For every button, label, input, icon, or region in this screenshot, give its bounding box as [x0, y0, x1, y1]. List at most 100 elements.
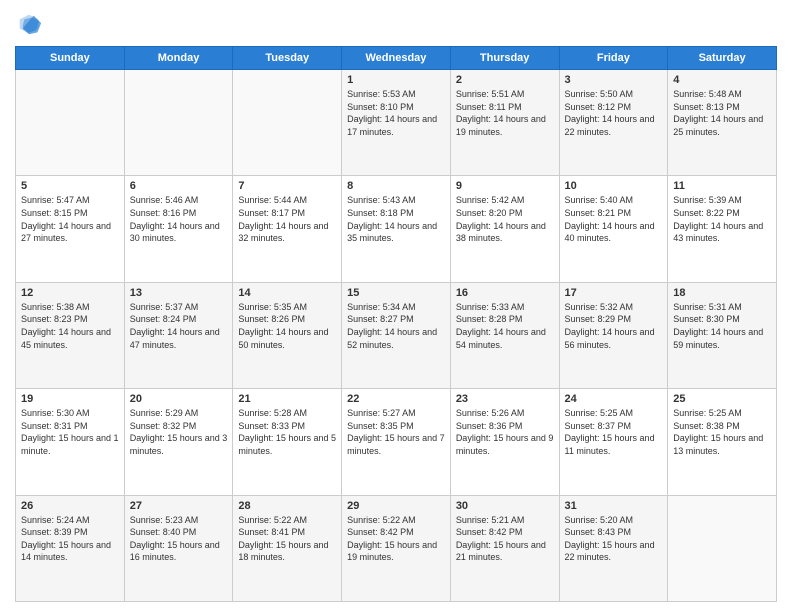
calendar-cell	[124, 70, 233, 176]
calendar-cell: 28Sunrise: 5:22 AM Sunset: 8:41 PM Dayli…	[233, 495, 342, 601]
cell-info: Sunrise: 5:47 AM Sunset: 8:15 PM Dayligh…	[21, 194, 119, 244]
calendar-cell: 8 Sunrise: 5:43 AM Sunset: 8:18 PM Daylig…	[342, 176, 451, 282]
calendar-body: 1 Sunrise: 5:53 AM Sunset: 8:10 PM Daylig…	[16, 70, 777, 602]
day-number: 23	[456, 393, 554, 405]
day-number: 4	[673, 74, 771, 86]
cell-info: Sunrise: 5:53 AM Sunset: 8:10 PM Dayligh…	[347, 88, 445, 138]
week-row-3: 12 Sunrise: 5:38 AM Sunset: 8:23 PM Dayli…	[16, 282, 777, 388]
calendar-cell: 25 Sunrise: 5:25 AM Sunset: 8:38 PM Dayli…	[668, 389, 777, 495]
day-number: 30	[456, 500, 554, 512]
day-header-sunday: Sunday	[16, 47, 125, 70]
cell-info: Sunrise: 5:46 AM Sunset: 8:16 PM Dayligh…	[130, 194, 228, 244]
day-number: 7	[238, 180, 336, 192]
calendar-cell: 27 Sunrise: 5:23 AM Sunset: 8:40 PM Dayli…	[124, 495, 233, 601]
day-header-saturday: Saturday	[668, 47, 777, 70]
day-number: 29	[347, 500, 445, 512]
day-number: 9	[456, 180, 554, 192]
cell-info: Sunrise: 5:38 AM Sunset: 8:23 PM Dayligh…	[21, 301, 119, 351]
cell-info: Sunrise: 5:20 AM Sunset: 8:43 PM Dayligh…	[565, 514, 663, 564]
week-row-1: 1 Sunrise: 5:53 AM Sunset: 8:10 PM Daylig…	[16, 70, 777, 176]
day-header-friday: Friday	[559, 47, 668, 70]
cell-info: Sunrise: 5:30 AM Sunset: 8:31 PM Dayligh…	[21, 407, 119, 457]
calendar-cell: 11 Sunrise: 5:39 AM Sunset: 8:22 PM Dayli…	[668, 176, 777, 282]
calendar-cell: 22 Sunrise: 5:27 AM Sunset: 8:35 PM Dayli…	[342, 389, 451, 495]
calendar-header: SundayMondayTuesdayWednesdayThursdayFrid…	[16, 47, 777, 70]
cell-info: Sunrise: 5:43 AM Sunset: 8:18 PM Dayligh…	[347, 194, 445, 244]
day-number: 5	[21, 180, 119, 192]
day-number: 6	[130, 180, 228, 192]
calendar-cell: 5 Sunrise: 5:47 AM Sunset: 8:15 PM Daylig…	[16, 176, 125, 282]
week-row-2: 5 Sunrise: 5:47 AM Sunset: 8:15 PM Daylig…	[16, 176, 777, 282]
day-number: 24	[565, 393, 663, 405]
calendar-cell: 7 Sunrise: 5:44 AM Sunset: 8:17 PM Daylig…	[233, 176, 342, 282]
calendar-cell: 17 Sunrise: 5:32 AM Sunset: 8:29 PM Dayli…	[559, 282, 668, 388]
cell-info: Sunrise: 5:25 AM Sunset: 8:37 PM Dayligh…	[565, 407, 663, 457]
cell-info: Sunrise: 5:32 AM Sunset: 8:29 PM Dayligh…	[565, 301, 663, 351]
calendar-cell: 24 Sunrise: 5:25 AM Sunset: 8:37 PM Dayli…	[559, 389, 668, 495]
calendar-cell: 31 Sunrise: 5:20 AM Sunset: 8:43 PM Dayli…	[559, 495, 668, 601]
calendar-cell: 20Sunrise: 5:29 AM Sunset: 8:32 PM Dayli…	[124, 389, 233, 495]
calendar-cell	[668, 495, 777, 601]
cell-info: Sunrise: 5:26 AM Sunset: 8:36 PM Dayligh…	[456, 407, 554, 457]
day-number: 26	[21, 500, 119, 512]
calendar-table: SundayMondayTuesdayWednesdayThursdayFrid…	[15, 46, 777, 602]
calendar-cell: 4 Sunrise: 5:48 AM Sunset: 8:13 PM Daylig…	[668, 70, 777, 176]
cell-info: Sunrise: 5:51 AM Sunset: 8:11 PM Dayligh…	[456, 88, 554, 138]
day-number: 25	[673, 393, 771, 405]
day-number: 17	[565, 287, 663, 299]
cell-info: Sunrise: 5:29 AM Sunset: 8:32 PM Dayligh…	[130, 407, 228, 457]
header	[15, 10, 777, 38]
calendar-cell: 23 Sunrise: 5:26 AM Sunset: 8:36 PM Dayli…	[450, 389, 559, 495]
day-number: 1	[347, 74, 445, 86]
cell-info: Sunrise: 5:24 AM Sunset: 8:39 PM Dayligh…	[21, 514, 119, 564]
calendar-cell	[16, 70, 125, 176]
calendar-cell: 21Sunrise: 5:28 AM Sunset: 8:33 PM Dayli…	[233, 389, 342, 495]
calendar-cell: 26 Sunrise: 5:24 AM Sunset: 8:39 PM Dayli…	[16, 495, 125, 601]
week-row-4: 19 Sunrise: 5:30 AM Sunset: 8:31 PM Dayli…	[16, 389, 777, 495]
day-number: 11	[673, 180, 771, 192]
cell-info: Sunrise: 5:23 AM Sunset: 8:40 PM Dayligh…	[130, 514, 228, 564]
cell-info: Sunrise: 5:21 AM Sunset: 8:42 PM Dayligh…	[456, 514, 554, 564]
cell-info: Sunrise: 5:39 AM Sunset: 8:22 PM Dayligh…	[673, 194, 771, 244]
day-number: 15	[347, 287, 445, 299]
day-number: 18	[673, 287, 771, 299]
cell-info: Sunrise: 5:22 AM Sunset: 8:41 PM Dayligh…	[238, 514, 336, 564]
day-number: 27	[130, 500, 228, 512]
day-number: 19	[21, 393, 119, 405]
calendar-cell: 14 Sunrise: 5:35 AM Sunset: 8:26 PM Dayli…	[233, 282, 342, 388]
day-header-wednesday: Wednesday	[342, 47, 451, 70]
day-header-thursday: Thursday	[450, 47, 559, 70]
cell-info: Sunrise: 5:42 AM Sunset: 8:20 PM Dayligh…	[456, 194, 554, 244]
cell-info: Sunrise: 5:44 AM Sunset: 8:17 PM Dayligh…	[238, 194, 336, 244]
logo	[15, 10, 47, 38]
cell-info: Sunrise: 5:28 AM Sunset: 8:33 PM Dayligh…	[238, 407, 336, 457]
calendar-cell: 13Sunrise: 5:37 AM Sunset: 8:24 PM Dayli…	[124, 282, 233, 388]
cell-info: Sunrise: 5:40 AM Sunset: 8:21 PM Dayligh…	[565, 194, 663, 244]
day-number: 2	[456, 74, 554, 86]
day-number: 16	[456, 287, 554, 299]
day-number: 31	[565, 500, 663, 512]
week-row-5: 26 Sunrise: 5:24 AM Sunset: 8:39 PM Dayli…	[16, 495, 777, 601]
calendar-cell	[233, 70, 342, 176]
day-number: 12	[21, 287, 119, 299]
day-number: 22	[347, 393, 445, 405]
calendar-cell: 16 Sunrise: 5:33 AM Sunset: 8:28 PM Dayli…	[450, 282, 559, 388]
cell-info: Sunrise: 5:25 AM Sunset: 8:38 PM Dayligh…	[673, 407, 771, 457]
day-number: 10	[565, 180, 663, 192]
cell-info: Sunrise: 5:35 AM Sunset: 8:26 PM Dayligh…	[238, 301, 336, 351]
page: SundayMondayTuesdayWednesdayThursdayFrid…	[0, 0, 792, 612]
cell-info: Sunrise: 5:33 AM Sunset: 8:28 PM Dayligh…	[456, 301, 554, 351]
logo-icon	[15, 10, 43, 38]
cell-info: Sunrise: 5:31 AM Sunset: 8:30 PM Dayligh…	[673, 301, 771, 351]
day-number: 8	[347, 180, 445, 192]
cell-info: Sunrise: 5:48 AM Sunset: 8:13 PM Dayligh…	[673, 88, 771, 138]
calendar-cell: 30 Sunrise: 5:21 AM Sunset: 8:42 PM Dayli…	[450, 495, 559, 601]
cell-info: Sunrise: 5:50 AM Sunset: 8:12 PM Dayligh…	[565, 88, 663, 138]
calendar-cell: 6 Sunrise: 5:46 AM Sunset: 8:16 PM Daylig…	[124, 176, 233, 282]
day-header-tuesday: Tuesday	[233, 47, 342, 70]
cell-info: Sunrise: 5:34 AM Sunset: 8:27 PM Dayligh…	[347, 301, 445, 351]
day-number: 13	[130, 287, 228, 299]
day-number: 14	[238, 287, 336, 299]
cell-info: Sunrise: 5:27 AM Sunset: 8:35 PM Dayligh…	[347, 407, 445, 457]
calendar-cell: 1 Sunrise: 5:53 AM Sunset: 8:10 PM Daylig…	[342, 70, 451, 176]
